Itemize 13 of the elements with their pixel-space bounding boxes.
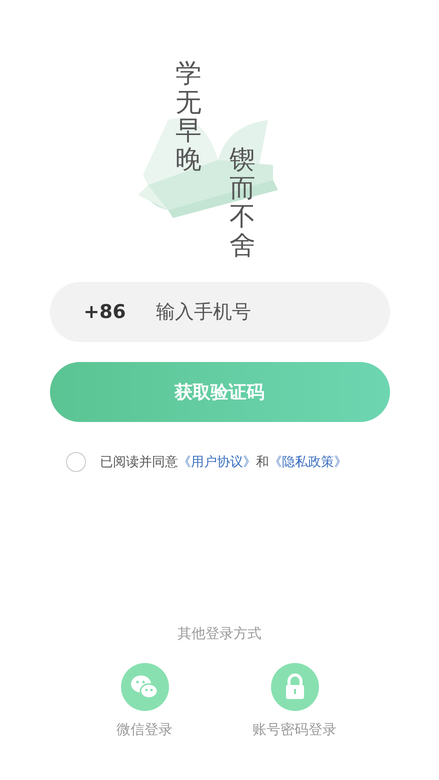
phone-field[interactable]: +86 输入手机号	[50, 282, 390, 342]
user-agreement-link[interactable]: 《用户协议》	[178, 455, 256, 470]
agreement-text: 已阅读并同意《用户协议》和《隐私政策》	[100, 454, 347, 471]
slogan-text: 锲而不舍	[230, 146, 256, 263]
login-option[interactable]: 微信登录	[90, 663, 200, 739]
country-code[interactable]: +86	[84, 301, 126, 323]
lock-icon	[270, 663, 318, 711]
wechat-icon	[120, 663, 168, 711]
privacy-policy-link[interactable]: 《隐私政策》	[269, 455, 347, 470]
slogan-text: 学无早晚	[176, 60, 202, 177]
agree-checkbox[interactable]	[66, 452, 86, 472]
login-option[interactable]: 账号密码登录	[240, 663, 350, 739]
other-login-title: 其他登录方式	[176, 625, 262, 643]
